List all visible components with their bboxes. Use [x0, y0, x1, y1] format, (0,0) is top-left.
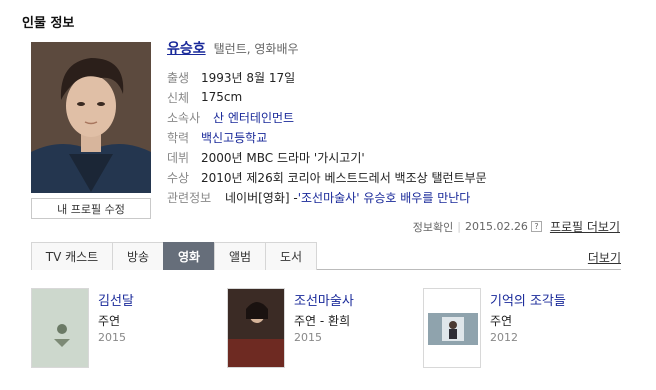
info-row-awards: 수상 2010년 제26회 코리아 베스트드레서 백조상 탤런트부문 — [167, 167, 487, 187]
movie-role: 주연 — [490, 314, 513, 328]
help-icon[interactable]: ? — [530, 221, 542, 232]
tab-book[interactable]: 도서 — [265, 242, 317, 270]
tabs-more-link[interactable]: 더보기 — [588, 249, 621, 266]
movie-poster[interactable] — [31, 288, 89, 368]
info-row-body: 신체 175cm — [167, 87, 487, 107]
portrait-image — [31, 42, 151, 193]
related-article-link[interactable]: '조선마술사' 유승호 배우를 만난다 — [298, 189, 471, 206]
movie-role: 주연 — [98, 314, 121, 328]
section-title: 인물 정보 — [22, 16, 75, 31]
movie-title-link[interactable]: 김선달 — [98, 290, 134, 309]
info-value: 2000년 MBC 드라마 '가시고기' — [201, 150, 365, 165]
movie-year: 2012 — [490, 331, 518, 344]
info-row-education: 학력 백신고등학교 — [167, 127, 487, 147]
tab-tv-cast[interactable]: TV 캐스트 — [31, 242, 113, 270]
movie-list: 김선달 주연 2015 조선마술사 주연 - 환희 2015 기억의 조각들 주… — [31, 288, 631, 378]
profile-info: 유승호 탤런트, 영화배우 출생 1993년 8월 17일 신체 175cm 소… — [167, 38, 487, 207]
info-value: 175cm — [201, 90, 243, 104]
info-label: 데뷔 — [167, 150, 190, 165]
tab-broadcast[interactable]: 방송 — [112, 242, 164, 270]
info-label: 관련정보 — [167, 190, 212, 205]
info-label: 수상 — [167, 170, 190, 185]
person-role: 탤런트, 영화배우 — [213, 42, 299, 56]
person-name-link[interactable]: 유승호 — [167, 38, 206, 58]
info-row-debut: 데뷔 2000년 MBC 드라마 '가시고기' — [167, 147, 487, 167]
movie-poster[interactable] — [423, 288, 481, 368]
profile-more-link[interactable]: 프로필 더보기 — [550, 218, 620, 235]
info-label: 신체 — [167, 90, 190, 105]
info-label: 출생 — [167, 70, 190, 85]
verify-date: 2015.02.26 — [464, 220, 528, 233]
info-value: 1993년 8월 17일 — [201, 70, 296, 85]
movie-role: 주연 - 환희 — [294, 314, 351, 328]
profile-photo[interactable] — [31, 42, 151, 193]
info-label: 소속사 — [167, 110, 201, 125]
poster-image — [32, 289, 88, 367]
info-row-birth: 출생 1993년 8월 17일 — [167, 67, 487, 87]
movie-year: 2015 — [294, 331, 322, 344]
edit-profile-button[interactable]: 내 프로필 수정 — [31, 198, 151, 219]
poster-image — [424, 289, 480, 367]
poster-image — [228, 289, 284, 367]
tab-album[interactable]: 앨범 — [214, 242, 266, 270]
movie-poster[interactable] — [227, 288, 285, 368]
movie-year: 2015 — [98, 331, 126, 344]
movie-title-link[interactable]: 조선마술사 — [294, 290, 354, 309]
related-source: 네이버[영화] - — [225, 190, 298, 205]
school-link[interactable]: 백신고등학교 — [201, 129, 267, 146]
divider: | — [457, 220, 461, 233]
info-verify-bar: 정보확인 | 2015.02.26 ? 프로필 더보기 — [413, 218, 620, 235]
info-row-related: 관련정보 네이버[영화] - '조선마술사' 유승호 배우를 만난다 — [167, 187, 487, 207]
info-value: 2010년 제26회 코리아 베스트드레서 백조상 탤런트부문 — [201, 170, 487, 185]
info-row-agency: 소속사 산 엔터테인먼트 — [167, 107, 487, 127]
agency-link[interactable]: 산 엔터테인먼트 — [213, 109, 294, 126]
info-label: 학력 — [167, 130, 190, 145]
movie-title-link[interactable]: 기억의 조각들 — [490, 290, 566, 309]
tab-movie[interactable]: 영화 — [163, 242, 215, 270]
content-tabs: TV 캐스트 방송 영화 앨범 도서 더보기 — [31, 242, 621, 270]
verify-label: 정보확인 — [412, 220, 454, 234]
